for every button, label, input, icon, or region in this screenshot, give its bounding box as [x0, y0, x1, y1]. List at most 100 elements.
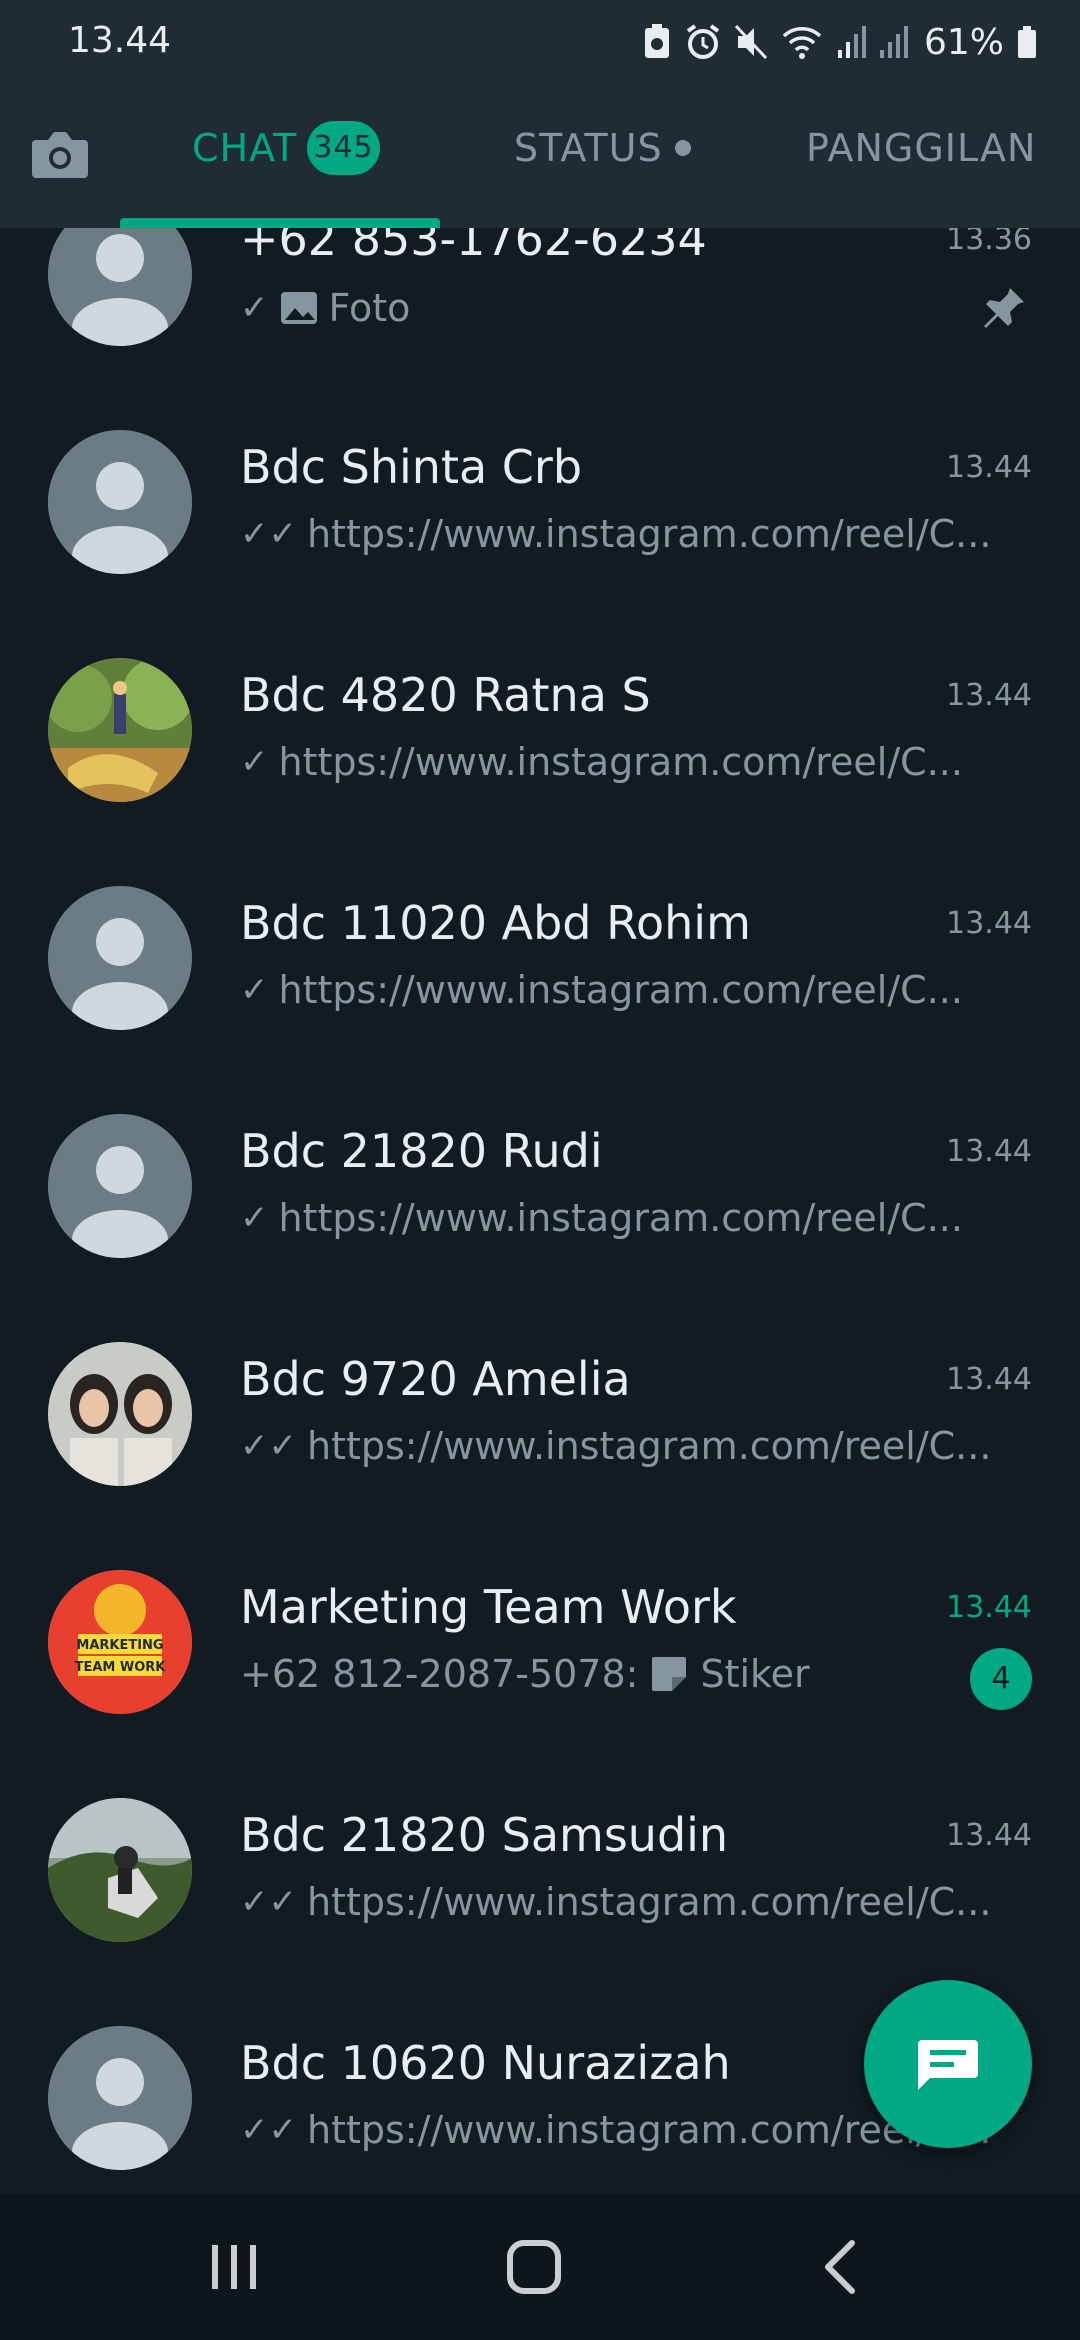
chat-row[interactable]: MARKETING TEAM WORK Marketing Team Work …	[0, 1534, 1080, 1762]
mute-icon	[734, 24, 768, 60]
alarm-icon	[686, 24, 720, 59]
chat-preview: ✓✓ https://www.instagram.com/reel/C...	[240, 1424, 1032, 1468]
chat-preview: ✓✓ https://www.instagram.com/reel/C...	[240, 512, 1032, 556]
status-clock: 13.44	[68, 20, 172, 61]
chat-row[interactable]: Bdc 9720 Amelia 13.44 ✓✓ https://www.ins…	[0, 1306, 1080, 1534]
preview-text: https://www.instagram.com/reel/C...	[306, 1424, 992, 1468]
chat-name: Bdc 10620 Nurazizah	[240, 2036, 731, 2090]
tab-calls-label: PANGGILAN	[806, 126, 1037, 170]
single-tick-icon: ✓	[240, 288, 269, 328]
preview-text: https://www.instagram.com/reel/C...	[278, 1196, 963, 1240]
preview-text: https://www.instagram.com/reel/C...	[306, 512, 992, 556]
preview-text: https://www.instagram.com/reel/C...	[278, 740, 963, 784]
chat-list[interactable]: +62 853-1762-6234 13.36 ✓ Foto Bdc Shint…	[0, 228, 1080, 2194]
chat-row[interactable]: Bdc 11020 Abd Rohim 13.44 ✓ https://www.…	[0, 850, 1080, 1078]
default-avatar-icon	[48, 1114, 192, 1258]
chat-time: 13.36	[946, 228, 1032, 257]
chat-row[interactable]: Bdc 21820 Rudi 13.44 ✓ https://www.insta…	[0, 1078, 1080, 1306]
tab-status[interactable]: STATUS	[514, 126, 691, 170]
chat-name: Bdc 4820 Ratna S	[240, 668, 651, 722]
chat-preview: ✓✓ https://www.instagram.com/reel/C...	[240, 1880, 1032, 1924]
preview-text: https://www.instagram.com/reel/C...	[306, 1880, 992, 1924]
avatar[interactable]	[48, 430, 192, 574]
chat-row[interactable]: Bdc 21820 Samsudin 13.44 ✓✓ https://www.…	[0, 1762, 1080, 1990]
avatar[interactable]	[48, 658, 192, 802]
back-button[interactable]	[800, 2232, 880, 2302]
tab-status-label: STATUS	[514, 126, 663, 170]
chat-name: Bdc 11020 Abd Rohim	[240, 896, 751, 950]
chat-time: 13.44	[946, 450, 1032, 485]
status-icons: 61%	[642, 18, 1038, 66]
double-tick-icon: ✓✓	[240, 1882, 297, 1922]
chat-time: 13.44	[946, 678, 1032, 713]
camera-tab[interactable]	[28, 122, 92, 186]
pin-icon	[984, 288, 1024, 328]
chat-preview: +62 812-2087-5078: Stiker	[240, 1652, 940, 1696]
default-avatar-icon	[48, 2026, 192, 2170]
avatar[interactable]	[48, 228, 192, 346]
chat-name: Bdc Shinta Crb	[240, 440, 583, 494]
preview-text: Foto	[328, 286, 411, 330]
chat-name: Marketing Team Work	[240, 1580, 737, 1634]
single-tick-icon: ✓	[240, 742, 269, 782]
battery-percentage: 61%	[923, 21, 1004, 63]
chat-name: Bdc 21820 Samsudin	[240, 1808, 729, 1862]
back-icon	[825, 2240, 855, 2294]
chat-name: Bdc 21820 Rudi	[240, 1124, 603, 1178]
signal-icon-2	[879, 26, 908, 58]
chat-name: +62 853-1762-6234	[240, 228, 707, 266]
active-tab-indicator	[120, 218, 440, 228]
wifi-icon	[782, 27, 822, 59]
unread-count-badge: 4	[970, 1648, 1032, 1710]
single-tick-icon: ✓	[240, 1198, 269, 1238]
status-update-dot	[674, 139, 691, 156]
new-chat-icon	[918, 2040, 978, 2090]
avatar[interactable]	[48, 1342, 192, 1486]
group-logo-image: MARKETING TEAM WORK	[48, 1570, 192, 1714]
home-button[interactable]	[494, 2232, 574, 2302]
preview-text: Stiker	[700, 1652, 810, 1696]
chat-count-badge: 345	[307, 120, 380, 175]
preview-text: https://www.instagram.com/reel/C...	[278, 968, 963, 1012]
recents-icon	[212, 2245, 256, 2289]
avatar[interactable]	[48, 2026, 192, 2170]
recents-button[interactable]	[194, 2232, 274, 2302]
chat-row[interactable]: +62 853-1762-6234 13.36 ✓ Foto	[0, 228, 1080, 394]
avatar[interactable]: MARKETING TEAM WORK	[48, 1570, 192, 1714]
battery-icon	[1018, 26, 1036, 58]
sticker-icon	[652, 1657, 687, 1691]
profile-photo-outdoor	[48, 658, 192, 802]
preview-sender: +62 812-2087-5078:	[240, 1652, 639, 1696]
chat-row[interactable]: Bdc 4820 Ratna S 13.44 ✓ https://www.ins…	[0, 622, 1080, 850]
svg-text:MARKETING: MARKETING	[76, 1638, 163, 1653]
svg-text:TEAM WORK: TEAM WORK	[75, 1660, 167, 1675]
chat-preview: ✓ Foto	[240, 286, 960, 330]
chat-preview: ✓ https://www.instagram.com/reel/C...	[240, 968, 1032, 1012]
double-tick-icon: ✓✓	[240, 2110, 297, 2150]
chat-row[interactable]: Bdc Shinta Crb 13.44 ✓✓ https://www.inst…	[0, 394, 1080, 622]
avatar[interactable]	[48, 1798, 192, 1942]
profile-photo-motorbike	[48, 1798, 192, 1942]
chat-preview: ✓ https://www.instagram.com/reel/C...	[240, 740, 1032, 784]
avatar[interactable]	[48, 886, 192, 1030]
status-bar: 13.44 61%	[0, 0, 1080, 90]
chat-time: 13.44	[946, 1590, 1032, 1625]
new-chat-button[interactable]	[864, 1980, 1032, 2148]
signal-icon	[837, 26, 866, 58]
camera-icon	[32, 132, 88, 178]
double-tick-icon: ✓✓	[240, 1426, 297, 1466]
avatar[interactable]	[48, 1114, 192, 1258]
chat-preview: ✓ https://www.instagram.com/reel/C...	[240, 1196, 1032, 1240]
top-app-bar: 13.44 61% CHAT 345 STATUS PANGGILAN	[0, 0, 1080, 228]
tab-calls[interactable]: PANGGILAN	[806, 126, 1036, 170]
double-tick-icon: ✓✓	[240, 514, 297, 554]
tab-chat[interactable]: CHAT 345	[192, 120, 380, 175]
chat-time: 13.44	[946, 906, 1032, 941]
system-navigation-bar	[0, 2194, 1080, 2340]
home-icon	[507, 2240, 561, 2294]
default-avatar-icon	[48, 430, 192, 574]
default-avatar-icon	[48, 886, 192, 1030]
chat-time: 13.44	[946, 1362, 1032, 1397]
chat-time: 13.44	[946, 1818, 1032, 1853]
battery-saver-icon	[644, 24, 669, 58]
